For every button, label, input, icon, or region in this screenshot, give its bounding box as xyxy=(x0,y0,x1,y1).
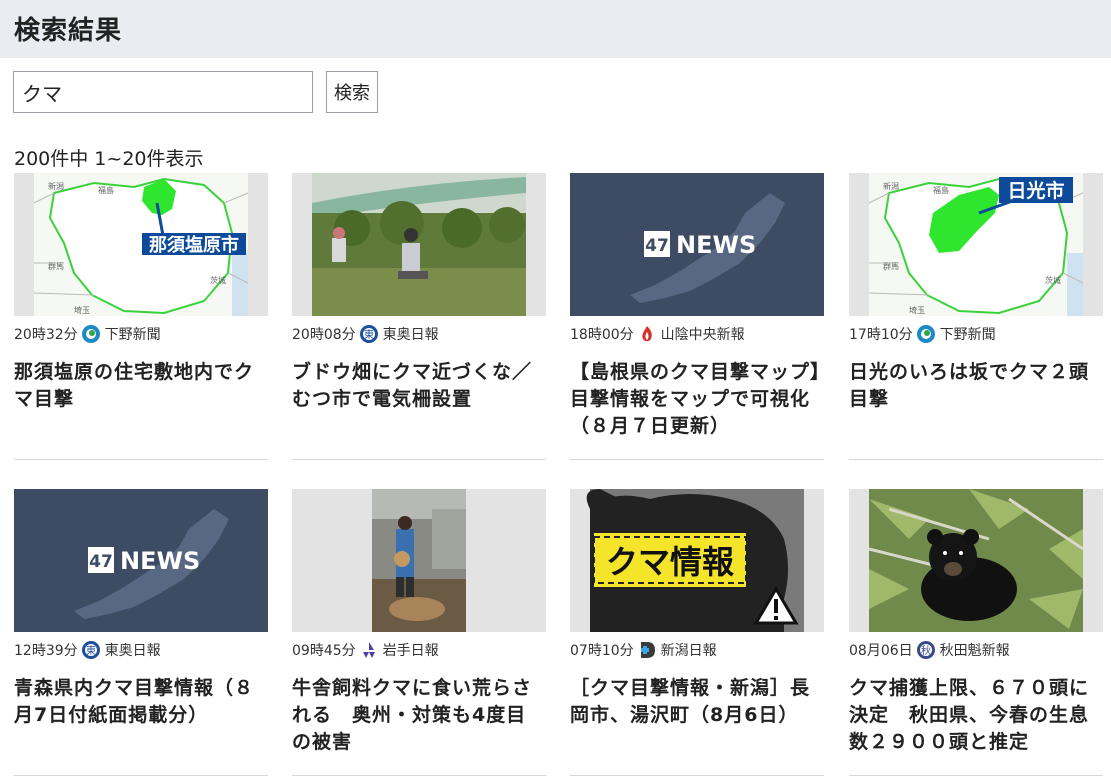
warning-label: クマ情報 xyxy=(606,543,734,581)
article-time: 17時10分 xyxy=(849,327,913,343)
map-nasushiobara-icon[interactable]: 那須塩原市 新潟 福島 群馬 茨城 埼玉 xyxy=(14,173,268,316)
barn-photo-icon[interactable] xyxy=(292,489,546,632)
card-divider xyxy=(292,459,546,460)
article-source: 東奥日報 xyxy=(104,643,161,659)
article-meta: 07時10分 新潟日報 xyxy=(570,639,717,661)
article-headline[interactable]: 日光のいろは坂でクマ２頭目撃 xyxy=(849,359,1103,413)
article-source: 秋田魁新報 xyxy=(939,643,1010,659)
result-card[interactable]: 47 NEWS 12時39分 東 東奥日報 青森県内クマ目撃情報（８月7日付紙面… xyxy=(14,489,268,776)
svg-text:47: 47 xyxy=(89,552,113,572)
svg-text:群馬: 群馬 xyxy=(883,261,899,271)
article-headline[interactable]: ［クマ目撃情報・新潟］長岡市、湯沢町（8月6日） xyxy=(570,675,824,729)
article-time: 07時10分 xyxy=(570,643,634,659)
result-card[interactable]: 47 NEWS 18時00分 山陰中央新報 【島根県のクマ目撃マップ】目撃情報を… xyxy=(570,173,824,460)
article-source: 下野新聞 xyxy=(104,327,161,343)
result-card[interactable]: 08月06日 秋 秋田魁新報 クマ捕獲上限、６７０頭に決定 秋田県、今春の生息数… xyxy=(849,489,1103,776)
page-title: 検索結果 xyxy=(14,16,123,46)
article-meta: 18時00分 山陰中央新報 xyxy=(570,323,745,345)
svg-text:埼玉: 埼玉 xyxy=(74,305,90,315)
article-meta: 09時45分 岩手日報 xyxy=(292,639,439,661)
article-source: 山陰中央新報 xyxy=(660,327,745,343)
svg-text:茨城: 茨城 xyxy=(1045,275,1061,285)
article-headline[interactable]: ブドウ畑にクマ近づくな／むつ市で電気柵設置 xyxy=(292,359,546,413)
article-headline[interactable]: 青森県内クマ目撃情報（８月7日付紙面掲載分） xyxy=(14,675,268,729)
47news-logo-icon[interactable]: 47 NEWS xyxy=(570,173,824,316)
card-divider xyxy=(14,459,268,460)
card-divider xyxy=(292,775,546,776)
article-time: 12時39分 xyxy=(14,643,78,659)
article-meta: 17時10分 下野新聞 xyxy=(849,323,996,345)
svg-text:NEWS: NEWS xyxy=(676,231,756,259)
article-headline[interactable]: クマ捕獲上限、６７０頭に決定 秋田県、今春の生息数２９００頭と推定 xyxy=(849,675,1103,756)
svg-text:福島: 福島 xyxy=(98,185,114,195)
article-source: 岩手日報 xyxy=(382,643,439,659)
card-divider xyxy=(849,459,1103,460)
result-card[interactable]: 09時45分 岩手日報 牛舎飼料クマに食い荒らされる 奥州・対策も4度目の被害 xyxy=(292,489,546,776)
akita-sakigake-logo-icon: 秋 xyxy=(916,640,936,660)
niigata-nippo-logo-icon xyxy=(637,640,657,660)
article-headline[interactable]: 牛舎飼料クマに食い荒らされる 奥州・対策も4度目の被害 xyxy=(292,675,546,756)
vineyard-photo-icon[interactable] xyxy=(292,173,546,316)
result-card[interactable]: 那須塩原市 新潟 福島 群馬 茨城 埼玉 20時32分 下野新聞 那須塩原の住宅… xyxy=(14,173,268,460)
article-time: 20時32分 xyxy=(14,327,78,343)
article-time: 20時08分 xyxy=(292,327,356,343)
article-headline[interactable]: 【島根県のクマ目撃マップ】目撃情報をマップで可視化（８月７日更新） xyxy=(570,359,824,440)
card-divider xyxy=(570,459,824,460)
card-divider xyxy=(570,775,824,776)
article-meta: 08月06日 秋 秋田魁新報 xyxy=(849,639,1010,661)
page-header: 検索結果 xyxy=(0,0,1111,58)
47news-logo-icon[interactable]: 47 NEWS xyxy=(14,489,268,632)
svg-text:茨城: 茨城 xyxy=(210,275,226,285)
svg-text:NEWS: NEWS xyxy=(120,547,200,575)
bear-warning-icon[interactable]: クマ情報 xyxy=(570,489,824,632)
article-source: 下野新聞 xyxy=(939,327,996,343)
svg-text:新潟: 新潟 xyxy=(883,181,899,191)
article-meta: 12時39分 東 東奥日報 xyxy=(14,639,161,661)
search-button[interactable]: 検索 xyxy=(326,71,378,113)
svg-text:秋: 秋 xyxy=(921,644,931,657)
svg-text:47: 47 xyxy=(645,236,669,256)
shimotsuke-logo-icon xyxy=(916,324,936,344)
article-time: 18時00分 xyxy=(570,327,634,343)
svg-text:福島: 福島 xyxy=(933,185,949,195)
map-nikko-icon[interactable]: 日光市 新潟 福島 群馬 茨城 埼玉 xyxy=(849,173,1103,316)
svg-text:新潟: 新潟 xyxy=(48,181,64,191)
card-divider xyxy=(14,775,268,776)
card-divider xyxy=(849,775,1103,776)
article-meta: 20時32分 下野新聞 xyxy=(14,323,161,345)
article-source: 東奥日報 xyxy=(382,327,439,343)
article-time: 08月06日 xyxy=(849,643,913,659)
svg-text:東: 東 xyxy=(86,644,96,657)
result-card[interactable]: クマ情報 07時10分 新潟日報 ［クマ目撃情報・新潟］長岡市、湯沢町（8月6日… xyxy=(570,489,824,776)
article-time: 09時45分 xyxy=(292,643,356,659)
result-card[interactable]: 日光市 新潟 福島 群馬 茨城 埼玉 17時10分 下野新聞 日光のいろは坂でク… xyxy=(849,173,1103,460)
sanin-chuo-logo-icon xyxy=(637,324,657,344)
map-label: 那須塩原市 xyxy=(149,234,239,256)
svg-text:東: 東 xyxy=(364,328,374,341)
search-input[interactable] xyxy=(13,71,313,113)
iwate-nippo-logo-icon xyxy=(359,640,379,660)
article-source: 新潟日報 xyxy=(660,643,717,659)
result-card[interactable]: 20時08分 東 東奥日報 ブドウ畑にクマ近づくな／むつ市で電気柵設置 xyxy=(292,173,546,460)
toonippo-logo-icon: 東 xyxy=(81,640,101,660)
black-bear-photo-icon[interactable] xyxy=(849,489,1103,632)
article-meta: 20時08分 東 東奥日報 xyxy=(292,323,439,345)
article-headline[interactable]: 那須塩原の住宅敷地内でクマ目撃 xyxy=(14,359,268,413)
result-count: 200件中 1~20件表示 xyxy=(14,148,204,170)
toonippo-logo-icon: 東 xyxy=(359,324,379,344)
svg-text:群馬: 群馬 xyxy=(48,261,64,271)
svg-text:埼玉: 埼玉 xyxy=(909,305,925,315)
shimotsuke-logo-icon xyxy=(81,324,101,344)
map-label: 日光市 xyxy=(1007,179,1064,202)
